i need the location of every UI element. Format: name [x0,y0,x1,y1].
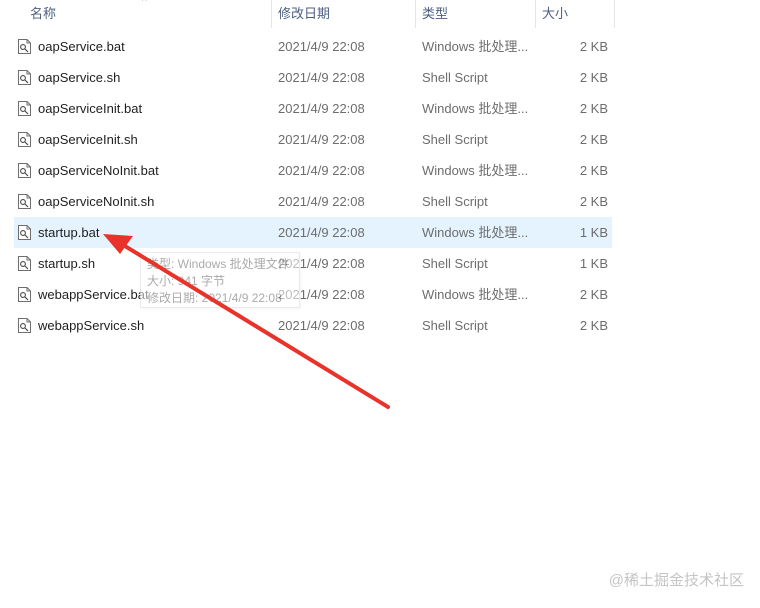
file-size: 2 KB [579,101,608,116]
script-file-icon [18,194,31,209]
file-name: startup.sh [38,256,96,271]
script-file-icon [18,256,31,271]
file-list: oapService.bat 2021/4/9 22:08 Windows 批处理.… [14,31,612,341]
file-modified-date: 2021/4/9 22:08 [278,70,365,85]
file-type: Shell Script [422,256,488,271]
column-header-type[interactable]: 类型 [422,0,448,28]
column-header-bar: 名称 ^ 修改日期 类型 大小 [0,0,620,28]
file-name: webappService.bat [38,287,149,302]
column-divider[interactable] [271,0,272,28]
file-name: startup.bat [38,225,100,240]
file-type: Shell Script [422,318,488,333]
file-type: Shell Script [422,132,488,147]
file-row[interactable]: startup.sh 2021/4/9 22:08 Shell Script 1 KB [14,248,612,279]
file-row[interactable]: oapService.sh 2021/4/9 22:08 Shell Script 2… [14,62,612,93]
file-modified-date: 2021/4/9 22:08 [278,225,365,240]
file-size: 2 KB [579,132,608,147]
file-row[interactable]: oapServiceInit.sh 2021/4/9 22:08 Shell Scr… [14,124,612,155]
file-modified-date: 2021/4/9 22:08 [278,132,365,147]
file-modified-date: 2021/4/9 22:08 [278,39,365,54]
file-row[interactable]: oapServiceNoInit.bat 2021/4/9 22:08 Window… [14,155,612,186]
file-size: 2 KB [579,287,608,302]
file-type: Shell Script [422,194,488,209]
column-header-date-label: 修改日期 [278,6,331,21]
script-file-icon [18,70,31,85]
script-file-icon [18,132,31,147]
file-type: Windows 批处理... [422,163,529,178]
file-size: 2 KB [579,70,608,85]
column-header-type-label: 类型 [422,6,449,21]
file-row[interactable]: webappService.sh 2021/4/9 22:08 Shell Scri… [14,310,612,341]
file-name: oapServiceNoInit.sh [38,194,155,209]
column-header-name-label: 名称 [30,6,57,21]
file-row[interactable]: oapServiceNoInit.sh 2021/4/9 22:08 Shell S… [14,186,612,217]
file-name: oapServiceNoInit.bat [38,163,159,178]
column-header-name[interactable]: 名称 [30,0,56,28]
script-file-icon [18,318,31,333]
file-name: oapService.bat [38,39,125,54]
sort-ascending-icon: ^ [142,0,147,7]
file-modified-date: 2021/4/9 22:08 [278,318,365,333]
tooltip-modified: 修改日期: 2021/4/9 22:08 [147,291,282,305]
file-type: Windows 批处理... [422,225,529,240]
file-size: 2 KB [579,194,608,209]
script-file-icon [18,287,31,302]
file-type: Windows 批处理... [422,287,529,302]
script-file-icon [18,101,31,116]
column-header-date[interactable]: 修改日期 [278,0,330,28]
file-row[interactable]: oapService.bat 2021/4/9 22:08 Windows 批处理.… [14,31,612,62]
file-modified-date: 2021/4/9 22:08 [278,101,365,116]
file-name: webappService.sh [38,318,145,333]
file-row[interactable]: startup.bat 2021/4/9 22:08 Windows 批处理... 1… [14,217,612,248]
script-file-icon [18,225,31,240]
file-size: 2 KB [579,163,608,178]
file-info-tooltip: 类型: Windows 批处理文件 大小: 941 字节 修改日期: 2021/… [140,252,300,308]
script-file-icon [18,163,31,178]
file-modified-date: 2021/4/9 22:08 [278,163,365,178]
file-name: oapServiceInit.bat [38,101,143,116]
file-size: 2 KB [579,39,608,54]
file-size: 2 KB [579,318,608,333]
file-type: Windows 批处理... [422,101,529,116]
file-name: oapService.sh [38,70,121,85]
file-type: Shell Script [422,70,488,85]
file-size: 1 KB [579,256,608,271]
watermark: @稀土掘金技术社区 [608,572,744,589]
file-name: oapServiceInit.sh [38,132,138,147]
tooltip-type: 类型: Windows 批处理文件 [147,257,290,271]
column-header-size[interactable]: 大小 [542,0,568,28]
file-type: Windows 批处理... [422,39,529,54]
file-row[interactable]: oapServiceInit.bat 2021/4/9 22:08 Windows … [14,93,612,124]
column-divider[interactable] [415,0,416,28]
file-modified-date: 2021/4/9 22:08 [278,194,365,209]
column-divider[interactable] [535,0,536,28]
column-header-size-label: 大小 [542,6,569,21]
file-size: 1 KB [579,225,608,240]
script-file-icon [18,39,31,54]
file-row[interactable]: webappService.bat 2021/4/9 22:08 Windows 批… [14,279,612,310]
column-divider[interactable] [614,0,615,28]
tooltip-size: 大小: 941 字节 [147,274,226,288]
